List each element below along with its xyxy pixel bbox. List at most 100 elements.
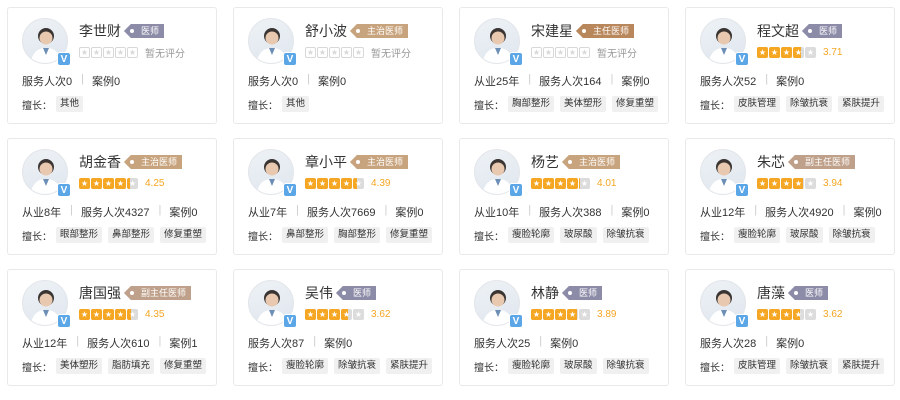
doctor-name[interactable]: 舒小波: [305, 21, 347, 41]
verified-icon: V: [509, 314, 523, 328]
specialty-tag[interactable]: 美体塑形: [56, 358, 103, 374]
doctor-name[interactable]: 李世财: [79, 21, 121, 41]
specialty-tag[interactable]: 修复重塑: [612, 96, 659, 112]
avatar[interactable]: V: [248, 280, 297, 328]
specialty-tag[interactable]: 除皱抗衰: [334, 358, 381, 374]
doctor-card[interactable]: V 舒小波 主治医师 ★ ★ ★ ★ ★ 暂无评分 服务人次0 | 案例0 擅长： 其他: [233, 7, 443, 124]
stat-item: 案例0: [621, 207, 650, 219]
stat-item: 服务人次4327: [80, 207, 150, 219]
doctor-card[interactable]: V 程文超 医师 ★ ★ ★ ★ ★ 3.71 服务人次52 | 案例0 擅长： 皮肤管理除…: [685, 7, 895, 124]
star-icon: ★: [127, 308, 138, 320]
doctor-name[interactable]: 唐国强: [79, 283, 121, 303]
doctor-card[interactable]: V 吴伟 医师 ★ ★ ★ ★ ★ 3.62 服务人次87 | 案例0 擅长： 瘦脸轮廓 除皱…: [233, 269, 443, 386]
specialty-tag[interactable]: 除皱抗衰: [786, 96, 833, 112]
title-badge: 副主任医师: [794, 155, 856, 169]
stats: 服务人次52 | 案例0: [700, 73, 813, 89]
doctor-name[interactable]: 朱芯: [757, 152, 785, 172]
avatar[interactable]: V: [474, 149, 523, 197]
specialty-tag[interactable]: 紧肤提升: [838, 96, 885, 112]
doctor-name[interactable]: 宋建星: [531, 21, 573, 41]
avatar[interactable]: V: [22, 18, 71, 66]
stat-divider: |: [539, 335, 543, 347]
doctor-card[interactable]: V 宋建星 主任医师 ★ ★ ★ ★ ★ 暂无评分 从业25年 | 服务人次164 | 案例0 …: [459, 7, 669, 124]
doctor-card[interactable]: V 李世财 医师 ★ ★ ★ ★ ★ 暂无评分 服务人次0 | 案例0 擅长： 其他: [7, 7, 217, 124]
specialty-tag[interactable]: 修复重塑: [386, 227, 433, 243]
avatar[interactable]: V: [474, 280, 523, 328]
specialty-tag[interactable]: 除皱抗衰: [786, 358, 833, 374]
specialty-tag[interactable]: 瘦脸轮廓: [282, 358, 329, 374]
stat-item: 案例0: [776, 338, 805, 350]
specialty-tag[interactable]: 其他: [282, 96, 310, 112]
stat-item: 案例0: [317, 76, 347, 88]
title-badge: 医师: [130, 24, 165, 38]
avatar[interactable]: V: [700, 149, 749, 197]
specialty-tag[interactable]: 鼻部整形: [108, 227, 155, 243]
doctor-name[interactable]: 唐藻: [757, 283, 785, 303]
specialty-tag[interactable]: 鼻部整形: [282, 227, 329, 243]
specialty-tag[interactable]: 玻尿酸: [560, 358, 597, 374]
doctor-card[interactable]: V 章小平 主治医师 ★ ★ ★ ★ ★ 4.39 从业7年 | 服务人次7669 | 案例0 …: [233, 138, 443, 255]
tags-label: 擅长：: [248, 362, 278, 374]
title-badge: 主治医师: [568, 155, 621, 169]
avatar[interactable]: V: [248, 18, 297, 66]
rating-score: 3.89: [597, 308, 617, 320]
specialty-tag[interactable]: 修复重塑: [160, 358, 207, 374]
doctor-card[interactable]: V 唐藻 医师 ★ ★ ★ ★ ★ 3.62 服务人次28 | 案例0 擅长： 皮肤管理 除皱…: [685, 269, 895, 386]
rating-score: 4.35: [145, 308, 165, 320]
doctor-card[interactable]: V 唐国强 副主任医师 ★ ★ ★ ★ ★ 4.35 从业12年 | 服务人次610 | 案例1…: [7, 269, 217, 386]
title-badge-label: 医师: [819, 26, 838, 36]
specialty-tag[interactable]: 胸部整形: [334, 227, 381, 243]
tags-label: 擅长：: [22, 100, 52, 112]
star-icon: ★: [91, 46, 102, 58]
specialty-tag[interactable]: 除皱抗衰: [602, 358, 649, 374]
doctor-card[interactable]: V 杨艺 主治医师 ★ ★ ★ ★ ★ 4.01 从业10年 | 服务人次388 | 案例0 擅…: [459, 138, 669, 255]
doctor-card[interactable]: V 朱芯 副主任医师 ★ ★ ★ ★ ★ 3.94 从业12年 | 服务人次4920 | 案例0…: [685, 138, 895, 255]
star-icon: ★: [543, 308, 554, 320]
star-rating: ★ ★ ★ ★ ★: [79, 177, 139, 189]
star-icon: ★: [805, 177, 816, 189]
avatar[interactable]: V: [700, 280, 749, 328]
specialty-tag[interactable]: 紧肤提升: [386, 358, 433, 374]
specialty-tag[interactable]: 脂肪填充: [108, 358, 155, 374]
star-rating: ★ ★ ★ ★ ★: [305, 177, 365, 189]
star-icon: ★: [769, 177, 780, 189]
specialty-tag[interactable]: 紧肤提升: [838, 358, 885, 374]
specialty-tag[interactable]: 玻尿酸: [560, 227, 597, 243]
specialty-tag[interactable]: 眼部整形: [56, 227, 103, 243]
stat-divider: |: [765, 335, 769, 347]
avatar[interactable]: V: [22, 280, 71, 328]
rating-score: 4.01: [597, 177, 617, 189]
doctor-name[interactable]: 胡金香: [79, 152, 121, 172]
specialty-tag[interactable]: 皮肤管理: [734, 358, 781, 374]
specialty-tag[interactable]: 美体塑形: [560, 96, 607, 112]
specialty-tag[interactable]: 瘦脸轮廓: [734, 227, 781, 243]
doctor-name[interactable]: 章小平: [305, 152, 347, 172]
star-icon: ★: [305, 308, 316, 320]
doctor-card[interactable]: V 林静 医师 ★ ★ ★ ★ ★ 3.89 服务人次25 | 案例0 擅长： 瘦脸轮廓 玻尿…: [459, 269, 669, 386]
avatar[interactable]: V: [22, 149, 71, 197]
avatar[interactable]: V: [248, 149, 297, 197]
star-icon: ★: [531, 177, 542, 189]
specialty-tag[interactable]: 其他: [56, 96, 84, 112]
specialty-tag[interactable]: 修复重塑: [160, 227, 207, 243]
specialty-tag[interactable]: 皮肤管理: [734, 96, 781, 112]
stat-divider: |: [842, 204, 846, 216]
avatar[interactable]: V: [474, 18, 523, 66]
doctor-name[interactable]: 杨艺: [531, 152, 559, 172]
specialty-tag[interactable]: 瘦脸轮廓: [508, 227, 555, 243]
specialty-tag[interactable]: 瘦脸轮廓: [508, 358, 555, 374]
doctor-name[interactable]: 程文超: [757, 21, 799, 41]
rating: ★ ★ ★ ★ ★ 4.35: [79, 306, 164, 322]
tags-label: 擅长：: [248, 231, 278, 243]
specialty-tag[interactable]: 胸部整形: [508, 96, 555, 112]
specialty-tag[interactable]: 除皱抗衰: [602, 227, 649, 243]
specialty-tag[interactable]: 玻尿酸: [786, 227, 823, 243]
verified-icon: V: [57, 52, 71, 66]
title-badge: 主治医师: [130, 155, 183, 169]
doctor-name[interactable]: 林静: [531, 283, 559, 303]
star-icon: ★: [567, 46, 578, 58]
doctor-card[interactable]: V 胡金香 主治医师 ★ ★ ★ ★ ★ 4.25 从业8年 | 服务人次4327 | 案例0 …: [7, 138, 217, 255]
avatar[interactable]: V: [700, 18, 749, 66]
doctor-name[interactable]: 吴伟: [305, 283, 333, 303]
specialty-tag[interactable]: 除皱抗衰: [828, 227, 875, 243]
